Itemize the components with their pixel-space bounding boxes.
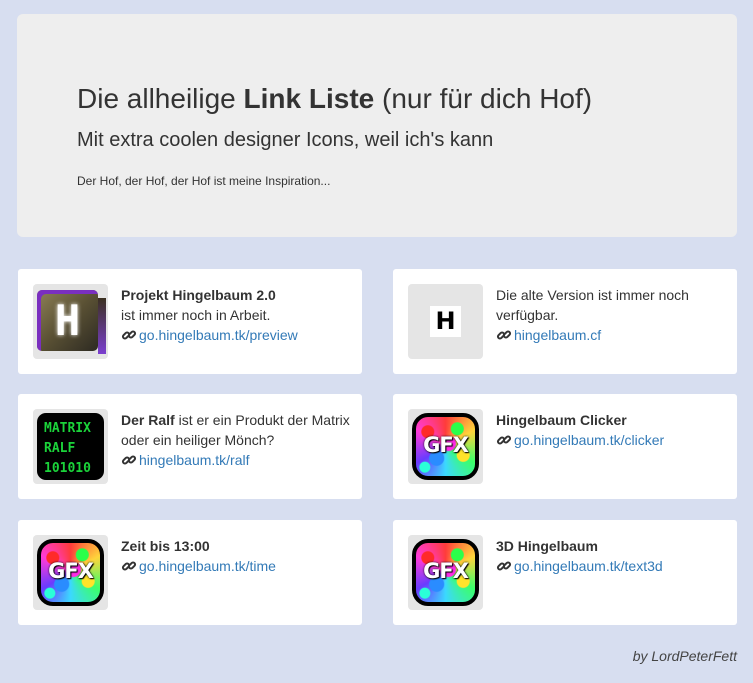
title-suffix: (nur für dich Hof) (374, 83, 593, 114)
card-link[interactable]: go.hingelbaum.tk/clicker (514, 430, 664, 450)
card-text: Der Ralf ist er ein Produkt der Matrix o… (121, 412, 350, 448)
link-card-old-version: H Die alte Version ist immer noch verfüg… (393, 269, 737, 374)
link-icon (121, 455, 137, 465)
footer-credit: by LordPeterFett (632, 648, 737, 664)
link-icon (121, 561, 137, 571)
link-icon (496, 561, 512, 571)
link-card-time: GFX Zeit bis 13:00 go.hingelbaum.tk/time (18, 520, 362, 625)
matrix-icon: MATRIX RALF 101010 (33, 409, 108, 484)
h-cube-icon: H (33, 284, 108, 359)
card-link[interactable]: hingelbaum.cf (514, 325, 601, 345)
link-card-clicker: GFX Hingelbaum Clicker go.hingelbaum.tk/… (393, 394, 737, 499)
link-card-3d: GFX 3D Hingelbaum go.hingelbaum.tk/text3… (393, 520, 737, 625)
title-prefix: Die allheilige (77, 83, 244, 114)
card-title: Hingelbaum Clicker (496, 412, 627, 428)
link-icon (496, 330, 512, 340)
gfx-icon: GFX (408, 409, 483, 484)
page-title: Die allheilige Link Liste (nur für dich … (77, 83, 592, 115)
page-tagline: Der Hof, der Hof, der Hof ist meine Insp… (77, 174, 331, 188)
link-icon (121, 330, 137, 340)
card-text: Die alte Version ist immer noch verfügba… (496, 287, 689, 323)
card-link[interactable]: go.hingelbaum.tk/preview (139, 325, 298, 345)
card-text: ist immer noch in Arbeit. (121, 307, 271, 323)
hero-banner: Die allheilige Link Liste (nur für dich … (17, 14, 737, 237)
h-box-icon: H (408, 284, 483, 359)
card-title: Zeit bis 13:00 (121, 538, 210, 554)
link-icon (496, 435, 512, 445)
card-title: Projekt Hingelbaum 2.0 (121, 287, 276, 303)
link-card-ralf: MATRIX RALF 101010 Der Ralf ist er ein P… (18, 394, 362, 499)
card-title: 3D Hingelbaum (496, 538, 598, 554)
gfx-icon: GFX (33, 535, 108, 610)
card-link[interactable]: go.hingelbaum.tk/text3d (514, 556, 663, 576)
card-link[interactable]: go.hingelbaum.tk/time (139, 556, 276, 576)
title-bold: Link Liste (243, 83, 375, 114)
page-subtitle: Mit extra coolen designer Icons, weil ic… (77, 129, 494, 151)
gfx-icon: GFX (408, 535, 483, 610)
link-card-preview: H Projekt Hingelbaum 2.0 ist immer noch … (18, 269, 362, 374)
card-link[interactable]: hingelbaum.tk/ralf (139, 450, 250, 470)
